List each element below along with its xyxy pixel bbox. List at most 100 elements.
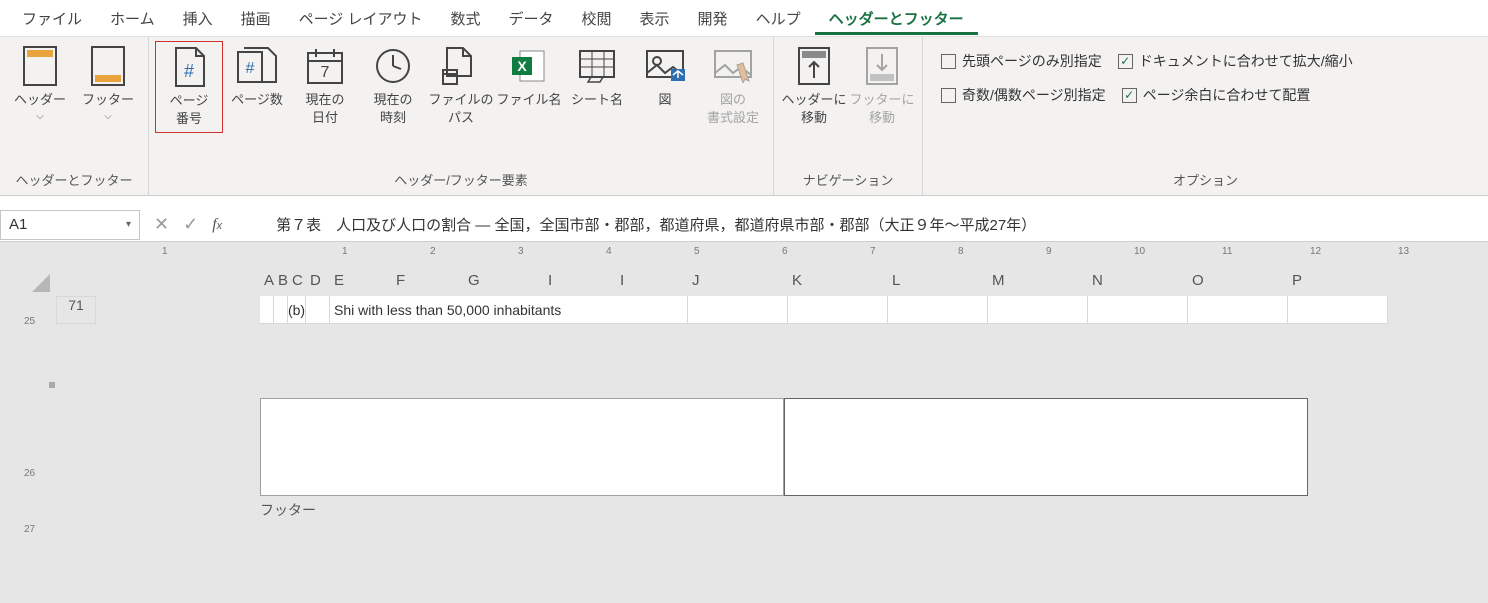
name-box[interactable]: A1 ▾ xyxy=(0,210,140,240)
excel-file-icon: X xyxy=(508,45,550,87)
file-name-button[interactable]: X ファイル名 xyxy=(495,41,563,113)
picture-format-label: 図の 書式設定 xyxy=(707,91,759,127)
column-header-E[interactable]: E xyxy=(330,264,392,296)
footer-icon xyxy=(87,45,129,87)
cell[interactable] xyxy=(1188,296,1288,324)
ribbon: ヘッダー ⌵ フッター ⌵ ヘッダーとフッター # ページ 番号 xyxy=(0,36,1488,196)
menu-tabs: ファイル ホーム 挿入 描画 ページ レイアウト 数式 データ 校閲 表示 開発… xyxy=(0,0,1488,36)
tab-view[interactable]: 表示 xyxy=(626,2,684,35)
cell[interactable] xyxy=(688,296,788,324)
cell[interactable]: (b) xyxy=(288,296,306,324)
column-header-P[interactable]: P xyxy=(1288,264,1388,296)
tab-home[interactable]: ホーム xyxy=(96,2,169,35)
hruler-mark: 12 xyxy=(1310,246,1321,257)
scale-doc-checkbox[interactable]: ✓ ドキュメントに合わせて拡大/縮小 xyxy=(1118,51,1353,71)
tab-review[interactable]: 校閲 xyxy=(568,2,626,35)
formula-cancel-icon[interactable]: ✕ xyxy=(154,214,169,235)
column-header-L[interactable]: L xyxy=(888,264,988,296)
formula-enter-icon[interactable]: ✓ xyxy=(183,214,198,235)
cell[interactable] xyxy=(306,296,330,324)
cell[interactable] xyxy=(260,296,274,324)
file-path-button[interactable]: ファイルの パス xyxy=(427,41,495,131)
chevron-down-icon: ▾ xyxy=(126,219,131,230)
cell[interactable] xyxy=(1288,296,1388,324)
row-headers: 71 xyxy=(56,242,96,603)
svg-text:#: # xyxy=(246,60,255,77)
column-header-B[interactable]: B xyxy=(274,264,288,296)
column-header-M[interactable]: M xyxy=(988,264,1088,296)
vruler-mark: 27 xyxy=(24,524,35,535)
tab-data[interactable]: データ xyxy=(495,2,568,35)
cell[interactable] xyxy=(274,296,288,324)
picture-label: 図 xyxy=(658,91,671,109)
sheet-main: 112345678910111213 ABCDEFGIIJKLMNOP (b)S… xyxy=(96,242,1488,603)
chevron-down-icon: ⌵ xyxy=(104,111,112,122)
page-count-icon: # xyxy=(236,45,278,87)
current-date-button[interactable]: 7 現在の 日付 xyxy=(291,41,359,131)
current-time-button[interactable]: 現在の 時刻 xyxy=(359,41,427,131)
page-number-icon: # xyxy=(168,46,210,88)
column-header-N[interactable]: N xyxy=(1088,264,1188,296)
goto-footer-button: フッターに 移動 xyxy=(848,41,916,131)
column-header-I[interactable]: I xyxy=(616,264,688,296)
diff-first-checkbox[interactable]: 先頭ページのみ別指定 xyxy=(941,51,1102,71)
tab-header-footer[interactable]: ヘッダーとフッター xyxy=(815,2,978,35)
tab-developer[interactable]: 開発 xyxy=(684,2,742,35)
table-row: (b) Shi with less than 50,000 inhabitants xyxy=(260,296,1388,324)
column-header-I[interactable]: I xyxy=(544,264,616,296)
footer-center-box[interactable] xyxy=(784,398,1308,496)
sheet-icon xyxy=(576,45,618,87)
file-name-label: ファイル名 xyxy=(497,91,562,109)
hruler-mark: 2 xyxy=(430,246,436,257)
column-header-J[interactable]: J xyxy=(688,264,788,296)
page-number-button[interactable]: # ページ 番号 xyxy=(155,41,223,133)
column-header-A[interactable]: A xyxy=(260,264,274,296)
tab-insert[interactable]: 挿入 xyxy=(169,2,227,35)
scale-doc-label: ドキュメントに合わせて拡大/縮小 xyxy=(1139,51,1353,71)
svg-text:#: # xyxy=(184,61,194,81)
column-header-O[interactable]: O xyxy=(1188,264,1288,296)
sheet-name-button[interactable]: シート名 xyxy=(563,41,631,113)
column-header-K[interactable]: K xyxy=(788,264,888,296)
file-path-icon xyxy=(440,45,482,87)
page-count-button[interactable]: # ページ数 xyxy=(223,41,291,113)
column-headers: ABCDEFGIIJKLMNOP xyxy=(260,264,1388,296)
column-header-C[interactable]: C xyxy=(288,264,306,296)
tab-formulas[interactable]: 数式 xyxy=(436,2,494,35)
tab-page-layout[interactable]: ページ レイアウト xyxy=(285,2,437,35)
align-margin-checkbox[interactable]: ✓ ページ余白に合わせて配置 xyxy=(1122,85,1311,105)
cell[interactable] xyxy=(888,296,988,324)
column-header-D[interactable]: D xyxy=(306,264,330,296)
goto-footer-icon xyxy=(861,45,903,87)
column-header-G[interactable]: G xyxy=(464,264,544,296)
hruler-mark: 8 xyxy=(958,246,964,257)
goto-header-button[interactable]: ヘッダーに 移動 xyxy=(780,41,848,131)
ribbon-group-options: 先頭ページのみ別指定 ✓ ドキュメントに合わせて拡大/縮小 奇数/偶数ページ別指… xyxy=(923,37,1488,195)
formula-content[interactable]: 第７表 人口及び人口の割合 ― 全国，全国市部・郡部，都道府県，都道府県市部・郡… xyxy=(236,214,1036,235)
file-path-label: ファイルの パス xyxy=(429,91,494,127)
picture-button[interactable]: 図 xyxy=(631,41,699,113)
cell[interactable] xyxy=(988,296,1088,324)
select-all-corner[interactable] xyxy=(0,242,56,296)
svg-text:7: 7 xyxy=(321,64,330,81)
column-header-F[interactable]: F xyxy=(392,264,464,296)
clock-icon xyxy=(372,45,414,87)
header-button[interactable]: ヘッダー ⌵ xyxy=(6,41,74,126)
row-header-71[interactable]: 71 xyxy=(56,296,96,324)
footer-button[interactable]: フッター ⌵ xyxy=(74,41,142,126)
ribbon-group-navigation: ヘッダーに 移動 フッターに 移動 ナビゲーション xyxy=(774,37,923,195)
fx-icon[interactable]: fx xyxy=(212,216,222,234)
cell[interactable]: Shi with less than 50,000 inhabitants xyxy=(330,296,688,324)
goto-header-icon xyxy=(793,45,835,87)
tab-draw[interactable]: 描画 xyxy=(227,2,285,35)
hruler-mark: 3 xyxy=(518,246,524,257)
ribbon-group-elements: # ページ 番号 # ページ数 7 現在の 日付 現在の 時刻 xyxy=(149,37,774,195)
tab-file[interactable]: ファイル xyxy=(8,2,96,35)
header-icon xyxy=(19,45,61,87)
cell[interactable] xyxy=(788,296,888,324)
group-label-options: オプション xyxy=(929,168,1482,193)
cell[interactable] xyxy=(1088,296,1188,324)
diff-odd-even-checkbox[interactable]: 奇数/偶数ページ別指定 xyxy=(941,85,1106,105)
footer-left-box[interactable] xyxy=(260,398,784,496)
tab-help[interactable]: ヘルプ xyxy=(742,2,815,35)
